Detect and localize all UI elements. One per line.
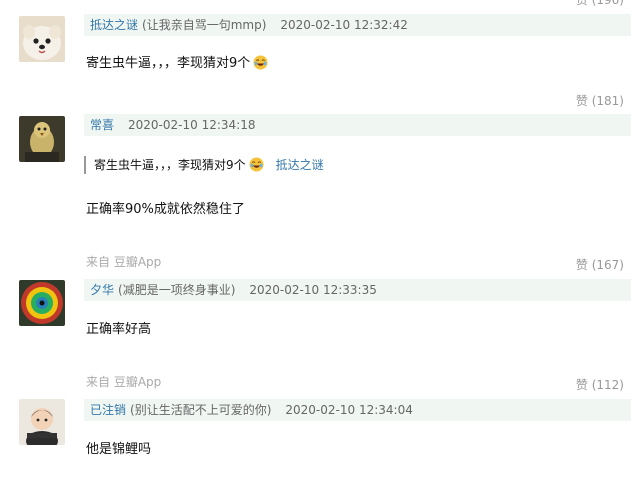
quoted-reply: 寄生虫牛逼，，，李现猜对9个 抵达之谜 bbox=[84, 156, 324, 174]
like-count[interactable]: 赞 (181) bbox=[576, 92, 624, 109]
target-avatar-icon bbox=[19, 280, 65, 326]
laughing-emoji-icon bbox=[253, 55, 268, 70]
comment-header: 常喜 2020-02-10 12:34:18 bbox=[84, 114, 631, 136]
comment-text: 正确率好高 bbox=[86, 322, 152, 337]
quote-text: 寄生虫牛逼，，，李现猜对9个 bbox=[94, 158, 246, 172]
comment-header: 夕华 (减肥是一项终身事业) 2020-02-10 12:33:35 bbox=[84, 279, 631, 301]
like-count[interactable]: 赞 (112) bbox=[576, 376, 624, 393]
comment-time: 2020-02-10 12:32:42 bbox=[280, 18, 408, 32]
comment-source: 来自 豆瓣App bbox=[86, 375, 162, 389]
comment-text: 寄生虫牛逼，，，李现猜对9个 bbox=[86, 52, 268, 71]
author-link[interactable]: 已注销 bbox=[90, 403, 126, 417]
author-signature: (减肥是一项终身事业) bbox=[118, 283, 236, 297]
author-signature: (让我亲自骂一句mmp) bbox=[142, 18, 267, 32]
dog-avatar-icon bbox=[19, 16, 65, 62]
avatar[interactable] bbox=[19, 399, 65, 445]
author-link[interactable]: 夕华 bbox=[90, 283, 114, 297]
avatar[interactable] bbox=[19, 280, 65, 326]
avatar[interactable] bbox=[19, 16, 65, 62]
bird-avatar-icon bbox=[19, 116, 65, 162]
author-signature: (别让生活配不上可爱的你) bbox=[130, 403, 272, 417]
comment-text: 他是锦鲤吗 bbox=[86, 442, 152, 457]
laughing-emoji-icon bbox=[249, 157, 264, 172]
child-avatar-icon bbox=[19, 399, 65, 445]
like-count[interactable]: 赞 (196) bbox=[576, 0, 624, 8]
quote-author-link[interactable]: 抵达之谜 bbox=[276, 158, 324, 172]
comment-text: 正确率90%成就依然稳住了 bbox=[86, 202, 245, 217]
comment-time: 2020-02-10 12:34:18 bbox=[128, 118, 256, 132]
comment-source: 来自 豆瓣App bbox=[86, 255, 162, 269]
avatar[interactable] bbox=[19, 116, 65, 162]
comment-header: 已注销 (别让生活配不上可爱的你) 2020-02-10 12:34:04 bbox=[84, 399, 631, 421]
comment-text-content: 寄生虫牛逼，，，李现猜对9个 bbox=[86, 56, 251, 71]
author-link[interactable]: 抵达之谜 bbox=[90, 18, 138, 32]
author-link[interactable]: 常喜 bbox=[90, 118, 114, 132]
like-count[interactable]: 赞 (167) bbox=[576, 256, 624, 273]
comment-header: 抵达之谜 (让我亲自骂一句mmp) 2020-02-10 12:32:42 bbox=[84, 14, 631, 36]
comment-time: 2020-02-10 12:33:35 bbox=[249, 283, 377, 297]
comment-time: 2020-02-10 12:34:04 bbox=[285, 403, 413, 417]
